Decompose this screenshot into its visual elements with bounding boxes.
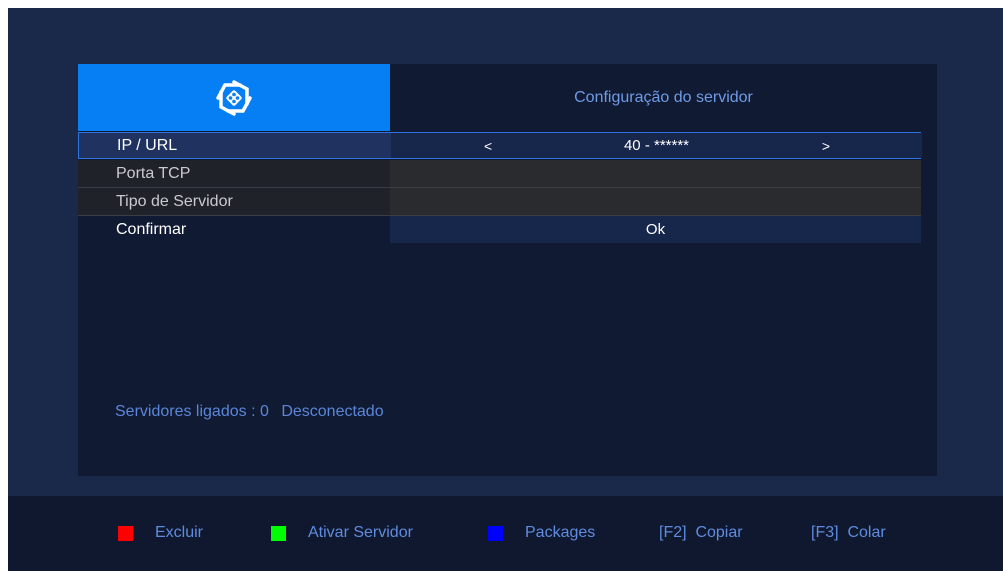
server-config-panel: Configuração do servidor IP / URL < 40 -…: [78, 64, 937, 476]
blue-key-icon: [488, 525, 503, 541]
ativar-servidor-hotkey[interactable]: Ativar Servidor: [271, 524, 413, 542]
ok-button[interactable]: Ok: [390, 216, 921, 243]
ativar-servidor-label: Ativar Servidor: [308, 524, 413, 541]
porta-tcp-value[interactable]: [390, 160, 921, 187]
confirmar-label: Confirmar: [78, 216, 390, 243]
left-arrow-icon[interactable]: <: [484, 133, 492, 158]
packages-hotkey[interactable]: Packages: [488, 524, 595, 542]
ip-url-label: IP / URL: [79, 133, 391, 158]
copiar-hotkey[interactable]: [F2] Copiar: [659, 524, 743, 542]
status-line: Servidores ligados : 0 Desconectado: [115, 403, 392, 421]
tipo-servidor-value[interactable]: [390, 188, 921, 215]
logo-header: [78, 64, 390, 131]
menu-row-tipo-servidor[interactable]: Tipo de Servidor: [78, 188, 921, 215]
menu-row-confirmar[interactable]: Confirmar Ok: [78, 216, 921, 243]
right-arrow-icon[interactable]: >: [822, 133, 830, 158]
red-key-icon: [118, 525, 133, 541]
connection-status-text: Desconectado: [281, 403, 384, 420]
footer-hotkey-bar: Excluir Ativar Servidor Packages [F2] Co…: [8, 496, 1003, 571]
colar-label: [F3] Colar: [811, 524, 886, 541]
page-title: Configuração do servidor: [574, 88, 753, 106]
ip-url-value: 40 - ******: [623, 137, 690, 154]
packages-label: Packages: [525, 524, 596, 541]
green-key-icon: [271, 525, 286, 541]
copiar-label: [F2] Copiar: [659, 524, 743, 541]
excluir-hotkey[interactable]: Excluir: [118, 524, 203, 542]
gear-hexagon-logo-icon: [216, 79, 252, 116]
excluir-label: Excluir: [155, 524, 204, 541]
tv-screen: Configuração do servidor IP / URL < 40 -…: [8, 8, 1003, 571]
porta-tcp-label: Porta TCP: [78, 160, 390, 187]
ip-url-selector[interactable]: < 40 - ****** >: [391, 133, 922, 158]
colar-hotkey[interactable]: [F3] Colar: [811, 524, 886, 542]
servers-count-text: Servidores ligados : 0: [115, 403, 269, 420]
tipo-servidor-label: Tipo de Servidor: [78, 188, 390, 215]
menu-row-porta-tcp[interactable]: Porta TCP: [78, 160, 921, 187]
menu-row-ip-url[interactable]: IP / URL < 40 - ****** >: [78, 132, 922, 159]
